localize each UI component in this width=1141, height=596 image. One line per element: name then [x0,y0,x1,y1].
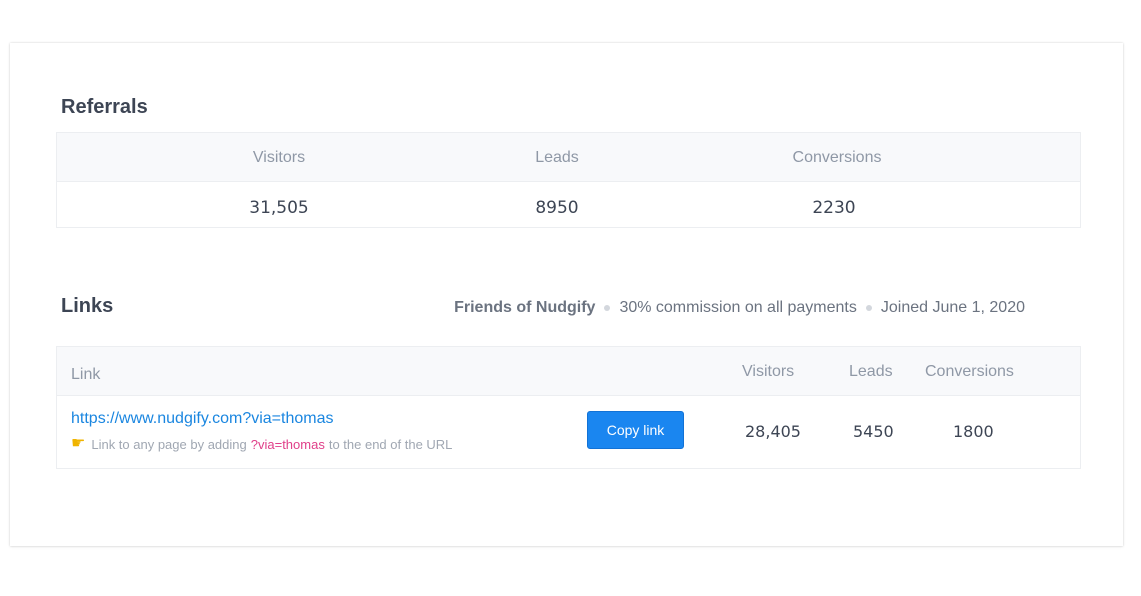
conversions-value: 2230 [812,198,856,218]
joined-date: Joined June 1, 2020 [880,299,1025,316]
separator-dot [604,305,611,311]
program-name: Friends of Nudgify [454,299,596,316]
link-visitors-value: 28,405 [745,422,801,441]
copy-link-button[interactable]: Copy link [587,411,684,449]
separator-dot [865,305,872,311]
conversions-header: Conversions [925,363,1014,380]
hint-prefix: Link to any page by adding [91,436,247,452]
referrals-table: Visitors Leads Conversions 31,505 8950 2… [56,132,1081,228]
links-table-header: Link Visitors Leads Conversions [57,347,1080,396]
link-conversions-value: 1800 [953,422,994,441]
hint-suffix: to the end of the URL [328,436,453,452]
links-table: Link Visitors Leads Conversions https://… [56,346,1081,469]
leads-value: 8950 [535,198,579,218]
referrals-card: Referrals Visitors Leads Conversions 31,… [10,43,1123,546]
hint-param: ?via=thomas [250,436,325,452]
referral-link[interactable]: https://www.nudgify.com?via=thomas [71,410,334,428]
table-row: https://www.nudgify.com?via=thomas ☛ Lin… [57,396,1080,469]
leads-header: Leads [849,363,893,380]
visitors-value: 31,505 [249,198,309,218]
link-header: Link [71,366,101,383]
referrals-table-row: 31,505 8950 2230 [57,182,1080,229]
links-title: Links [61,295,114,317]
visitors-header: Visitors [742,363,795,380]
pointing-hand-icon: ☛ [71,435,86,452]
referrals-table-header: Visitors Leads Conversions [57,133,1080,182]
commission-text: 30% commission on all payments [619,299,857,316]
referrals-title: Referrals [61,96,148,118]
visitors-header: Visitors [252,149,306,166]
link-hint: ☛ Link to any page by adding ?via=thomas… [71,436,452,452]
program-meta: Friends of Nudgify 30% commission on all… [454,299,1025,317]
leads-header: Leads [535,149,579,166]
conversions-header: Conversions [792,149,882,166]
link-leads-value: 5450 [853,422,894,441]
